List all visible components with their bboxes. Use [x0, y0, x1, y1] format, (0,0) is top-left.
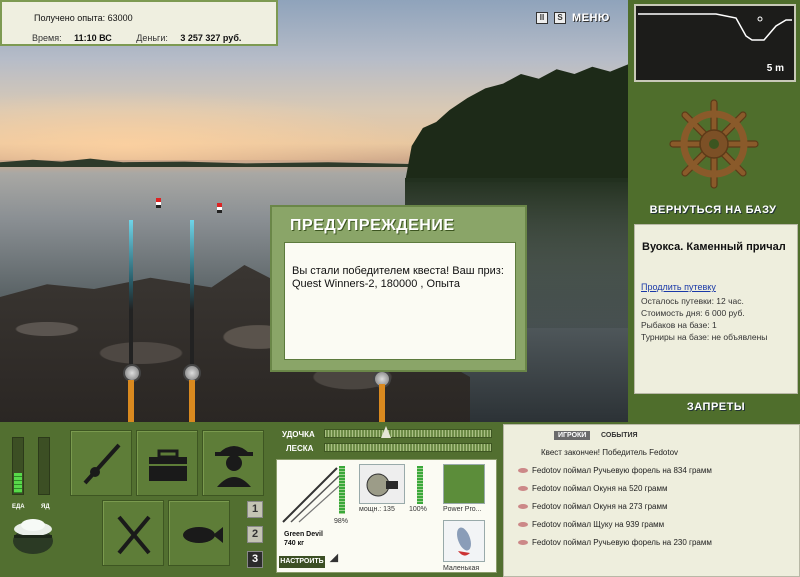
rod-1-handle	[128, 380, 134, 422]
kitchen-button[interactable]	[102, 500, 164, 566]
money-label: Деньги:	[136, 33, 168, 43]
spoon-lure-icon	[457, 527, 471, 556]
lure-name: Маленькая	[443, 565, 480, 572]
fish-icon	[183, 527, 223, 543]
experience-value: 63000	[107, 13, 133, 23]
time-label: Время:	[32, 33, 62, 43]
resize-arrow-icon[interactable]	[329, 553, 343, 567]
ship-wheel-icon[interactable]	[668, 98, 760, 190]
tackle-box-icon	[149, 449, 187, 481]
base-info-panel: Вуокса. Каменный причал Продлить путевку…	[634, 224, 798, 394]
anglers-count: Рыбаков на базе: 1	[641, 320, 717, 330]
rod-tension-slider[interactable]	[324, 429, 492, 438]
event-text: Fedotov поймал Окуня на 520 грамм	[532, 484, 668, 493]
rod-wear-bar	[339, 466, 345, 514]
fish-icon	[518, 540, 528, 546]
tournaments-info: Турниры на базе: не объявлены	[641, 332, 768, 342]
depth-map[interactable]: 5 m	[634, 4, 796, 82]
rod-tension-label: УДОЧКА	[282, 430, 315, 439]
event-text: Fedotov поймал Ручьевую форель на 834 гр…	[532, 466, 712, 475]
experience-label: Получено опыта:	[34, 13, 106, 23]
rod-2-handle	[189, 380, 195, 422]
player-info-panel: Получено опыта: 63000 Время: 11:10 ВС Де…	[0, 0, 278, 46]
event-item: Fedotov поймал Ручьевую форель на 834 гр…	[518, 466, 712, 475]
sunset-glow	[0, 90, 420, 160]
time-money-line: Время: 11:10 ВС Деньги: 3 257 327 руб.	[32, 33, 241, 43]
character-button[interactable]	[202, 430, 264, 496]
float-bobber-1[interactable]	[156, 198, 161, 208]
food-pot-icon[interactable]	[8, 515, 58, 555]
event-item: Fedotov поймал Ручьевую форель на 230 гр…	[518, 538, 712, 547]
reel-slot[interactable]	[359, 464, 405, 504]
line-name: Power Pro...	[443, 506, 482, 513]
experience-line: Получено опыта: 63000	[34, 13, 133, 23]
events-header: Квест закончен! Победитель Fedotov	[541, 448, 679, 457]
tab-events[interactable]: СОБЫТИЯ	[601, 432, 638, 439]
tension-marker-icon[interactable]	[381, 426, 391, 438]
rod-name: Green Devil	[284, 531, 323, 538]
poison-meter	[38, 437, 50, 495]
fish-icon	[518, 522, 528, 528]
event-item: Fedotov поймал Окуня на 273 грамм	[518, 502, 667, 511]
float-bobber-2[interactable]	[217, 203, 222, 213]
rod-slot-3-button[interactable]: 3	[247, 551, 263, 568]
rod-2[interactable]	[190, 220, 194, 370]
forest-silhouette	[405, 64, 628, 182]
top-controls: II S МЕНЮ	[536, 10, 610, 26]
rod-percent: 98%	[334, 518, 349, 525]
rods-button[interactable]	[70, 430, 132, 496]
tackle-box-button[interactable]	[136, 430, 198, 496]
money-value: 3 257 327 руб.	[180, 33, 242, 43]
base-name: Вуокса. Каменный причал	[642, 241, 786, 253]
menu-button[interactable]: МЕНЮ	[572, 12, 610, 24]
rod-icon	[83, 443, 121, 485]
return-to-base-button[interactable]: ВЕРНУТЬСЯ НА БАЗУ	[636, 204, 790, 216]
food-meter-fill	[14, 473, 22, 493]
line-slot[interactable]	[443, 464, 485, 504]
dialog-message: Вы стали победителем квеста! Ваш приз: Q…	[292, 265, 504, 290]
sound-icon[interactable]: S	[554, 12, 566, 24]
tab-players[interactable]: ИГРОКИ	[554, 431, 591, 440]
dialog-body: Вы стали победителем квеста! Ваш приз: Q…	[284, 242, 516, 360]
warning-dialog[interactable]: ПРЕДУПРЕЖДЕНИЕ Вы стали победителем квес…	[270, 205, 527, 372]
rod-weight: 740 кг	[284, 540, 305, 547]
food-label: ЕДА	[12, 504, 25, 510]
reel-percent: 100%	[409, 506, 427, 513]
line-tension-slider[interactable]	[324, 443, 492, 452]
bans-button[interactable]: ЗАПРЕТЫ	[636, 401, 796, 413]
setup-button[interactable]: НАСТРОИТЬ	[279, 556, 325, 568]
rod-1[interactable]	[129, 220, 133, 370]
reel-power: мощн.: 135	[359, 506, 395, 513]
dialog-title: ПРЕДУПРЕЖДЕНИЕ	[290, 217, 455, 234]
event-text: Fedotov поймал Щуку на 939 грамм	[532, 520, 665, 529]
line-tension-label: ЛЕСКА	[286, 444, 314, 453]
fish-cage-button[interactable]	[168, 500, 230, 566]
poison-label: ЯД	[41, 504, 50, 510]
rod-gear-icon[interactable]	[281, 464, 341, 524]
event-item: Fedotov поймал Щуку на 939 грамм	[518, 520, 664, 529]
reel-wear-bar	[417, 466, 423, 504]
event-text: Fedotov поймал Ручьевую форель на 230 гр…	[532, 538, 712, 547]
permit-remaining: Осталось путевки: 12 час.	[641, 296, 744, 306]
event-text: Fedotov поймал Окуня на 273 грамм	[532, 502, 668, 511]
event-item: Fedotov поймал Окуня на 520 грамм	[518, 484, 667, 493]
knife-fork-icon	[117, 515, 151, 555]
angler-icon	[215, 446, 253, 487]
rod-slot-1-button[interactable]: 1	[247, 501, 263, 518]
time-value: 11:10 ВС	[74, 33, 112, 43]
extend-permit-link[interactable]: Продлить путевку	[641, 282, 716, 292]
depth-value: 5 m	[766, 63, 784, 74]
reel-gear-icon	[366, 473, 398, 497]
fish-icon	[518, 486, 528, 492]
fish-icon	[518, 504, 528, 510]
rod-3-handle[interactable]	[379, 384, 385, 422]
day-cost: Стоимость дня: 6 000 руб.	[641, 308, 745, 318]
fish-icon	[518, 468, 528, 474]
food-meter	[12, 437, 24, 495]
lure-slot[interactable]	[443, 520, 485, 562]
pause-icon[interactable]: II	[536, 12, 548, 24]
rod-slot-2-button[interactable]: 2	[247, 526, 263, 543]
events-panel: ИГРОКИ СОБЫТИЯ Квест закончен! Победител…	[503, 424, 800, 577]
